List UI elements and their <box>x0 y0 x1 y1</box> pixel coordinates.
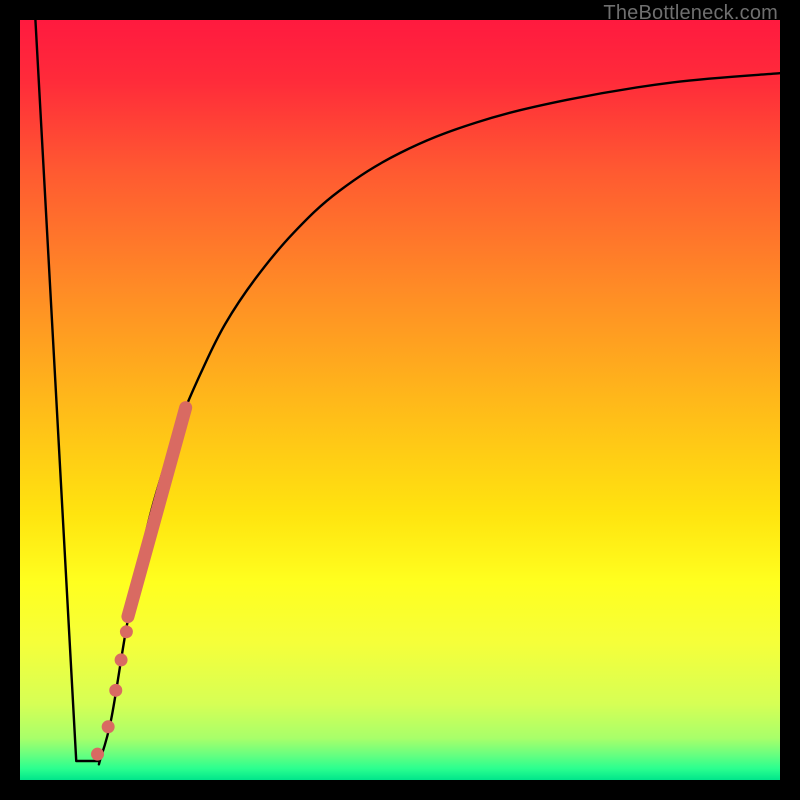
highlight-dot <box>91 748 104 761</box>
highlight-dot <box>120 625 133 638</box>
highlight-dot <box>115 653 128 666</box>
watermark-text: TheBottleneck.com <box>603 2 778 25</box>
highlight-dot <box>109 684 122 697</box>
chart-svg <box>20 20 780 780</box>
chart-frame: TheBottleneck.com <box>0 0 800 800</box>
highlight-dot <box>102 720 115 733</box>
plot-area <box>20 20 780 780</box>
gradient-background <box>20 20 780 780</box>
